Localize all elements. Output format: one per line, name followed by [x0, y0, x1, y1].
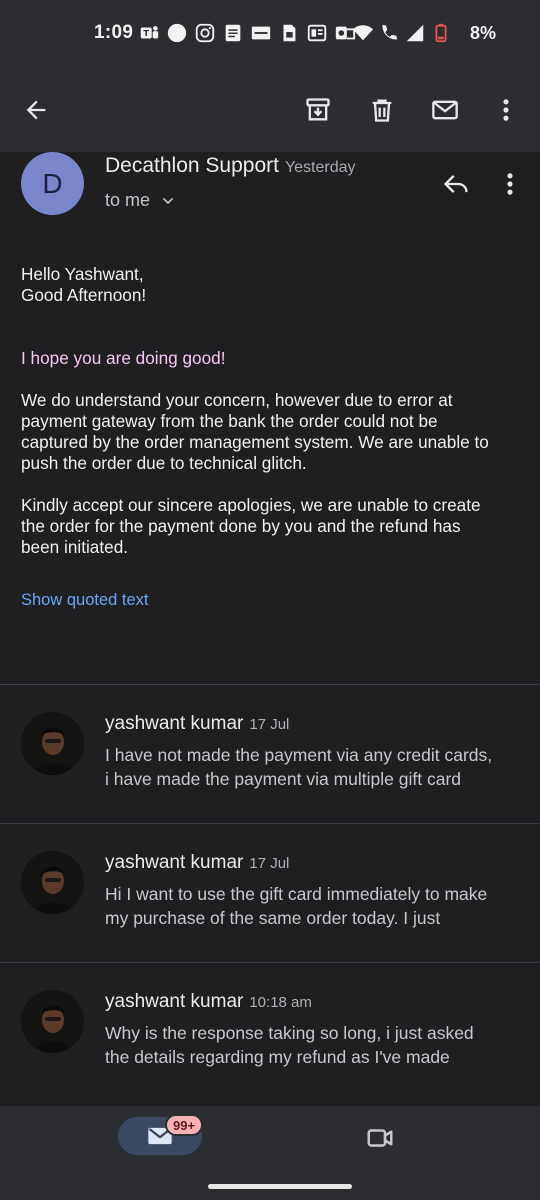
teams-icon: T	[138, 22, 160, 44]
message-sender: yashwant kumar	[105, 991, 244, 1012]
thread-message[interactable]: yashwant kumar 10:18 am Why is the respon…	[0, 962, 540, 1101]
sender-line: Decathlon Support Yesterday	[105, 154, 356, 178]
sender-name: Decathlon Support	[105, 154, 279, 177]
mark-unread-button[interactable]	[421, 80, 469, 140]
body-paragraph-2: Kindly accept our sincere apologies, we …	[21, 495, 481, 557]
show-quoted-text-link[interactable]: Show quoted text	[21, 591, 149, 610]
avatar	[21, 712, 84, 775]
message-time: 17 Jul	[249, 716, 290, 733]
battery-icon	[430, 22, 452, 44]
recipient-toggle[interactable]: to me	[105, 190, 176, 211]
email-more-button[interactable]	[488, 160, 532, 208]
back-arrow-icon	[26, 100, 46, 120]
system-status-icons	[352, 22, 452, 44]
sender-avatar[interactable]: D	[21, 152, 84, 215]
message-sender: yashwant kumar	[105, 713, 244, 734]
more-vert-icon	[503, 99, 509, 121]
message-time: 10:18 am	[249, 994, 312, 1011]
email-sender-header: D Decathlon Support Yesterday to me	[0, 152, 540, 232]
more-vert-icon	[507, 173, 513, 195]
top-chrome: 1:09 T 8%	[0, 0, 540, 152]
message-sender: yashwant kumar	[105, 852, 244, 873]
unread-badge: 99+	[165, 1114, 204, 1136]
zomato-icon	[250, 22, 272, 44]
message-snippet: Hi I want to use the gift card immediate…	[105, 884, 488, 928]
reply-button[interactable]	[432, 160, 480, 208]
nav-meet-tab[interactable]	[356, 1118, 404, 1158]
video-camera-icon	[367, 1129, 393, 1147]
trash-icon	[372, 99, 392, 122]
message-time: 17 Jul	[249, 855, 290, 872]
message-sender-line: yashwant kumar 17 Jul	[105, 713, 289, 735]
thread-message[interactable]: yashwant kumar 17 Jul I have not made the…	[0, 684, 540, 823]
greeting-text: Hello Yashwant, Good Afternoon!	[21, 264, 147, 305]
hope-text: I hope you are doing good!	[21, 348, 226, 368]
call-icon	[378, 22, 400, 44]
email-body: Hello Yashwant, Good Afternoon! I hope y…	[21, 264, 521, 558]
delete-button[interactable]	[358, 80, 406, 140]
status-time: 1:09	[94, 22, 134, 43]
notification-icons: T	[138, 22, 356, 44]
thread-list: yashwant kumar 17 Jul I have not made the…	[0, 684, 540, 1101]
archive-icon	[306, 98, 330, 121]
recipient-label: to me	[105, 190, 151, 210]
email-toolbar	[0, 80, 540, 140]
archive-button[interactable]	[294, 80, 342, 140]
message-sender-line: yashwant kumar 10:18 am	[105, 991, 312, 1013]
wifi-icon	[352, 22, 374, 44]
battery-percent: 8%	[469, 23, 496, 43]
avatar	[21, 851, 84, 914]
home-indicator[interactable]	[208, 1184, 352, 1189]
instagram-icon	[194, 22, 216, 44]
message-snippet: I have not made the payment via any cred…	[105, 745, 493, 789]
toolbar-more-button[interactable]	[482, 80, 530, 140]
circle-icon	[166, 22, 188, 44]
chevron-down-icon	[162, 197, 174, 204]
sim-icon	[278, 22, 300, 44]
bottom-navigation: 99+	[0, 1106, 540, 1200]
body-paragraph-1: We do understand your concern, however d…	[21, 390, 489, 473]
mail-icon	[432, 100, 458, 120]
status-bar: 1:09 T 8%	[0, 0, 540, 68]
docs-icon	[222, 22, 244, 44]
avatar	[21, 990, 84, 1053]
message-snippet: Why is the response taking so long, i ju…	[105, 1023, 474, 1067]
svg-text:T: T	[143, 28, 149, 38]
back-button[interactable]	[12, 80, 60, 140]
thread-message[interactable]: yashwant kumar 17 Jul Hi I want to use th…	[0, 823, 540, 962]
signal-icon	[404, 22, 426, 44]
message-sender-line: yashwant kumar 17 Jul	[105, 852, 289, 874]
reply-icon	[443, 175, 468, 193]
office-icon	[306, 22, 328, 44]
email-date: Yesterday	[284, 159, 356, 176]
